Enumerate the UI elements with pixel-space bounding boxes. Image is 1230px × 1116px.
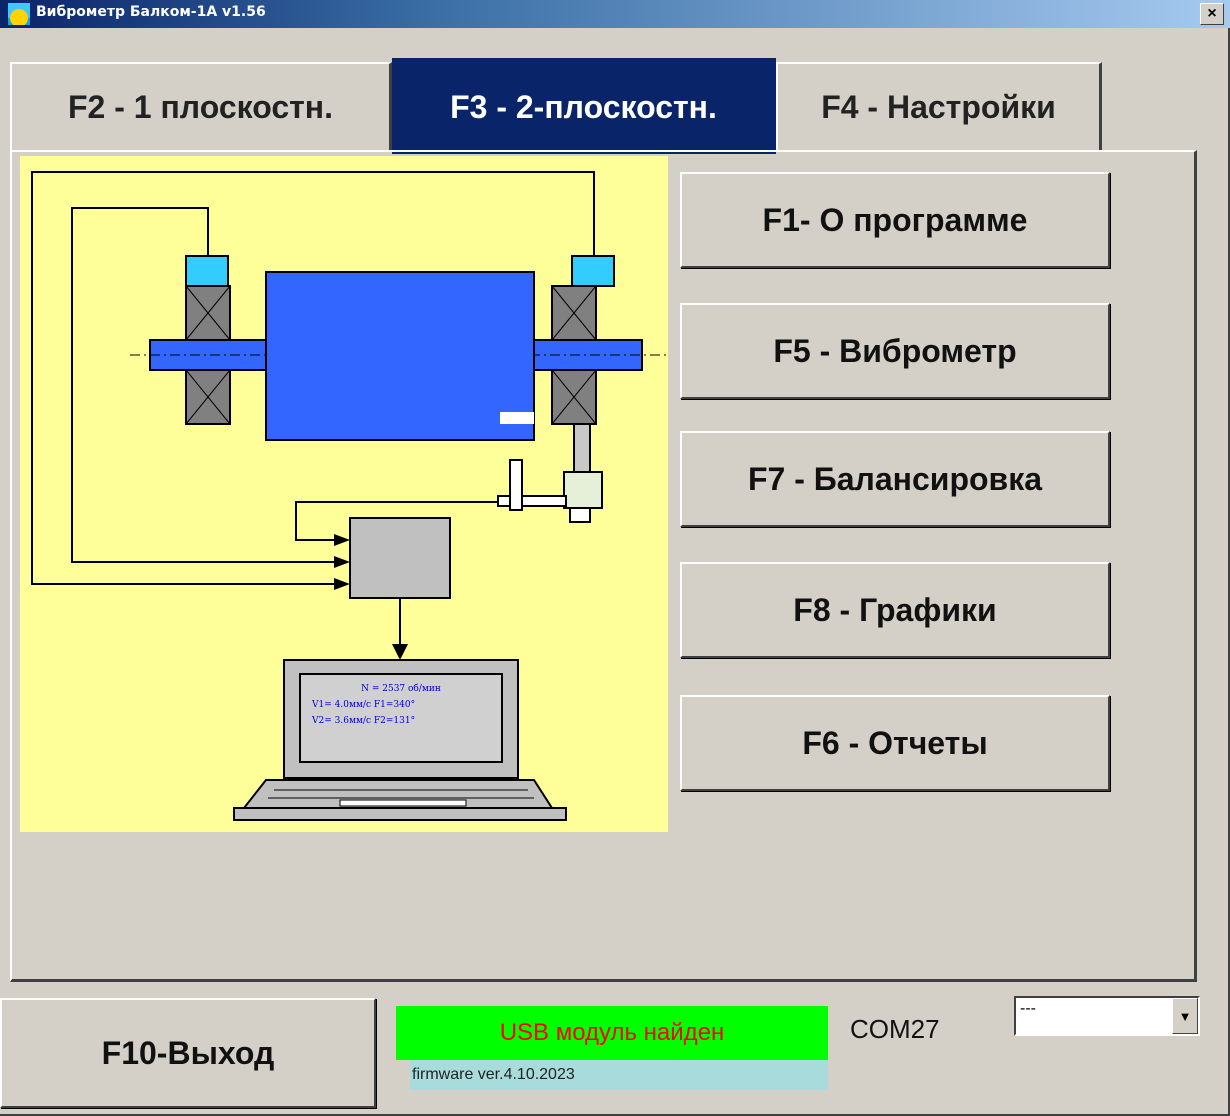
- com-port-label: COM27: [850, 1014, 940, 1044]
- phase-sensor-stem: [573, 423, 591, 475]
- laptop-front: [233, 807, 567, 821]
- port-select-value: ---: [1020, 1000, 1036, 1017]
- balancing-diagram: N = 2537 об/мин V1= 4.0мм/с F1=340° V2= …: [20, 156, 668, 832]
- sun-icon: [8, 3, 30, 25]
- phase-sensor-bracket: [509, 459, 523, 511]
- reflective-mark: [500, 412, 534, 424]
- screen-line-rpm: N = 2537 об/мин: [361, 683, 441, 694]
- tab-settings[interactable]: F4 - Настройки: [776, 62, 1102, 150]
- firmware-version: firmware ver.4.10.2023: [410, 1060, 828, 1090]
- screen-line-plane2: V2= 3.6мм/с F2=131°: [311, 716, 415, 726]
- tab-two-plane[interactable]: F3 - 2-плоскостн.: [392, 58, 776, 154]
- phase-sensor-rod: [497, 495, 567, 507]
- screen-line-plane1: V1= 4.0мм/с F1=340°: [311, 700, 415, 710]
- reports-button[interactable]: F6 - Отчеты: [680, 695, 1110, 791]
- usb-status: USB модуль найден: [396, 1006, 828, 1060]
- phase-sensor-body: [563, 471, 603, 509]
- balancing-button[interactable]: F7 - Балансировка: [680, 431, 1110, 527]
- phase-sensor-tip: [569, 507, 591, 523]
- exit-button[interactable]: F10-Выход: [0, 998, 376, 1108]
- measurement-unit: [349, 517, 451, 599]
- arrow-input-3: [334, 578, 350, 590]
- close-button[interactable]: ×: [1200, 3, 1224, 25]
- right-sensor: [571, 255, 615, 287]
- window-title: Виброметр Балком-1А v1.56: [36, 4, 266, 20]
- rotor: [265, 271, 535, 441]
- arrow-input-2: [334, 556, 350, 568]
- charts-button[interactable]: F8 - Графики: [680, 562, 1110, 658]
- left-sensor: [185, 255, 229, 287]
- arrow-input-1: [334, 534, 350, 546]
- tab-single-plane[interactable]: F2 - 1 плоскостн.: [10, 62, 392, 150]
- arrow-output: [392, 644, 408, 660]
- main-window: Виброметр Балком-1А v1.56 × F2 - 1 плоск…: [0, 0, 1230, 1116]
- vibrometer-button[interactable]: F5 - Виброметр: [680, 303, 1110, 399]
- port-select[interactable]: --- ▼: [1014, 996, 1200, 1036]
- chevron-down-icon[interactable]: ▼: [1172, 998, 1198, 1034]
- title-bar[interactable]: Виброметр Балком-1А v1.56 ×: [0, 0, 1230, 28]
- about-button[interactable]: F1- О программе: [680, 172, 1110, 268]
